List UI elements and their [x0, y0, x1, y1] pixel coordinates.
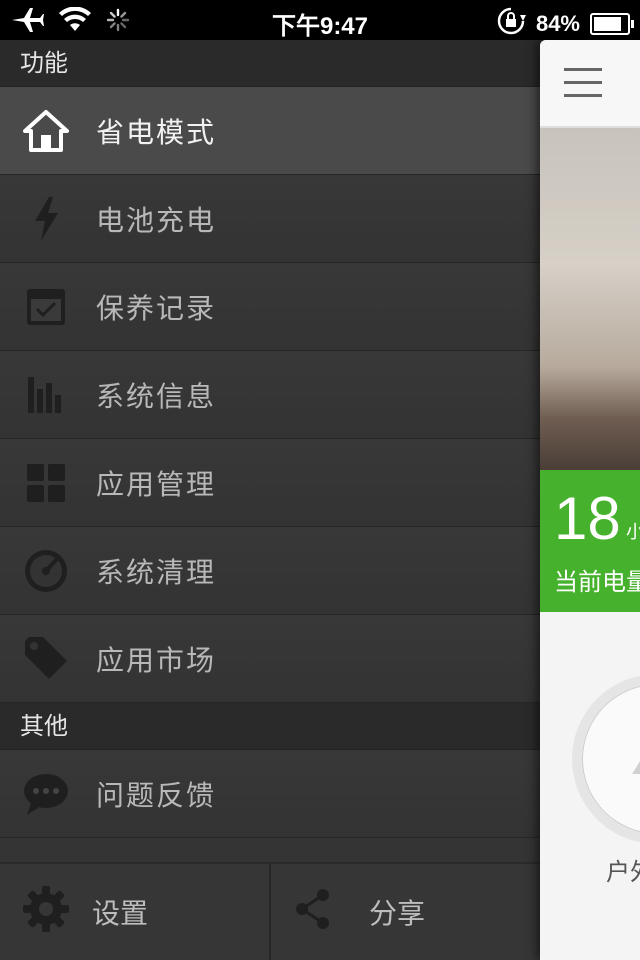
- side-drawer: 功能 省电模式 电池充电 保养记录 系统信息 应用管理 系统清理 应用市场 其他…: [0, 40, 540, 960]
- menu-item-power-saving[interactable]: 省电模式: [0, 87, 540, 175]
- status-bar: 下午9:47 84%: [0, 0, 640, 40]
- bar-chart-icon: [20, 369, 72, 421]
- battery-percent: 84%: [535, 11, 580, 36]
- hamburger-menu-icon[interactable]: [564, 68, 602, 102]
- mode-caption: 户外: [606, 858, 640, 886]
- menu-item-app-market[interactable]: 应用市场: [0, 615, 540, 703]
- mode-dial[interactable]: [572, 674, 640, 844]
- mode-selector-area: 户外: [540, 612, 640, 960]
- main-content-panel[interactable]: 18 小 当前电量 户外: [540, 40, 640, 960]
- battery-summary-card: 18 小 当前电量: [540, 470, 640, 612]
- section-header-features: 功能: [0, 40, 540, 87]
- battery-hours-value: 18: [554, 485, 621, 552]
- share-icon: [295, 888, 331, 937]
- menu-item-feedback[interactable]: 问题反馈: [0, 750, 540, 838]
- rotation-lock-icon: [496, 6, 526, 42]
- menu-item-system-cleanup[interactable]: 系统清理: [0, 527, 540, 615]
- share-label: 分享: [369, 897, 426, 930]
- menu-item-system-info[interactable]: 系统信息: [0, 351, 540, 439]
- settings-button[interactable]: 设置: [0, 864, 269, 960]
- drawer-bottom-bar: 设置 分享: [0, 862, 540, 960]
- tag-icon: [20, 633, 72, 685]
- menu-item-label: 省电模式: [96, 115, 217, 149]
- menu-item-label: 应用管理: [96, 467, 217, 501]
- battery-hours-unit: 小: [626, 522, 640, 543]
- menu-item-label: 系统清理: [96, 555, 217, 589]
- menu-item-label: 系统信息: [96, 379, 217, 413]
- speedometer-icon: [20, 545, 72, 597]
- calendar-check-icon: [20, 281, 72, 333]
- current-battery-label: 当前电量: [554, 568, 640, 596]
- panel-header: [540, 40, 640, 128]
- lightning-icon: [20, 193, 72, 245]
- share-button[interactable]: 分享: [269, 864, 540, 960]
- menu-item-maintenance-records[interactable]: 保养记录: [0, 263, 540, 351]
- menu-item-app-management[interactable]: 应用管理: [0, 439, 540, 527]
- chat-bubble-icon: [20, 768, 72, 820]
- menu-item-label: 问题反馈: [96, 778, 217, 812]
- menu-item-label: 应用市场: [96, 643, 217, 677]
- grid-icon: [20, 457, 72, 509]
- gear-icon: [22, 885, 70, 940]
- home-icon: [20, 105, 72, 157]
- section-header-other: 其他: [0, 703, 540, 750]
- landscape-hero-image: [540, 128, 640, 470]
- menu-item-label: 保养记录: [96, 291, 217, 325]
- settings-label: 设置: [92, 897, 149, 930]
- battery-icon: [590, 13, 634, 35]
- menu-item-label: 电池充电: [96, 203, 217, 237]
- menu-item-battery-charging[interactable]: 电池充电: [0, 175, 540, 263]
